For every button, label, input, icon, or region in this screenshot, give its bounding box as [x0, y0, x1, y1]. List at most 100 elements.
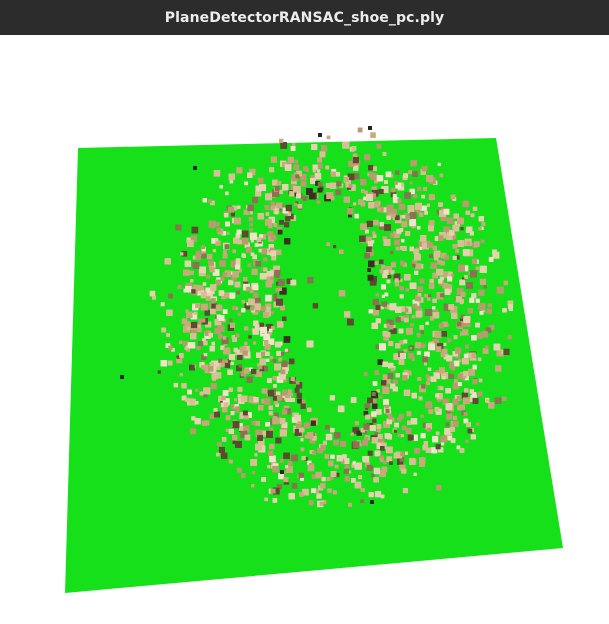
cloud-point: [272, 416, 278, 421]
cloud-point: [269, 355, 274, 360]
cloud-point: [280, 369, 286, 375]
cloud-point: [360, 499, 364, 503]
cloud-point: [453, 415, 458, 420]
cloud-point: [276, 395, 283, 401]
outlier-point: [120, 375, 124, 379]
title-bar[interactable]: PlaneDetectorRANSAC_shoe_pc.ply: [0, 0, 609, 35]
cloud-point: [263, 257, 268, 262]
cloud-point: [405, 215, 410, 221]
cloud-point: [315, 471, 322, 479]
cloud-point: [274, 401, 278, 405]
cloud-point: [237, 239, 242, 245]
cloud-point: [317, 157, 322, 163]
cloud-point: [276, 321, 284, 328]
cloud-point: [291, 454, 298, 462]
cloud-point: [365, 229, 369, 234]
cloud-point: [410, 323, 414, 327]
cloud-point: [236, 467, 242, 473]
cloud-point: [204, 310, 210, 316]
cloud-point: [379, 343, 386, 351]
cloud-point: [441, 442, 445, 446]
cloud-point: [193, 311, 198, 315]
cloud-point: [283, 452, 290, 459]
cloud-point: [208, 220, 216, 228]
cloud-point: [403, 349, 408, 353]
cloud-point: [257, 177, 264, 184]
cloud-point: [460, 292, 466, 297]
cloud-point: [380, 458, 384, 462]
cloud-point: [457, 382, 462, 387]
cloud-point: [218, 358, 223, 363]
cloud-point: [481, 222, 486, 226]
cloud-point: [246, 376, 253, 383]
cloud-point: [294, 159, 299, 164]
cloud-point: [399, 294, 404, 299]
cloud-point: [417, 226, 421, 230]
cloud-point: [400, 353, 406, 359]
cloud-point: [236, 167, 243, 174]
cloud-point: [477, 357, 482, 362]
cloud-point: [266, 306, 271, 311]
cloud-point: [209, 267, 215, 273]
cloud-point: [199, 391, 204, 396]
cloud-point: [417, 286, 423, 292]
cloud-point: [384, 180, 388, 184]
cloud-point: [266, 430, 273, 438]
cloud-point: [378, 434, 383, 439]
cloud-point: [368, 260, 375, 268]
cloud-point: [465, 439, 469, 443]
cloud-point: [371, 473, 375, 478]
cloud-point: [319, 151, 326, 158]
cloud-point: [196, 346, 201, 351]
3d-viewport[interactable]: [0, 35, 609, 624]
cloud-point: [455, 347, 462, 354]
cloud-point: [368, 492, 374, 498]
cloud-point: [401, 239, 405, 243]
cloud-point: [352, 157, 359, 164]
cloud-point: [267, 378, 272, 383]
cloud-point: [274, 363, 281, 371]
cloud-point: [224, 213, 229, 218]
cloud-point: [209, 362, 214, 367]
cloud-point: [263, 312, 269, 318]
cloud-point: [312, 303, 319, 309]
cloud-point: [240, 473, 246, 478]
cloud-point: [414, 448, 420, 454]
cloud-point: [425, 309, 432, 316]
cloud-point: [374, 450, 381, 457]
cloud-point: [478, 303, 486, 311]
point-cloud-canvas[interactable]: [0, 35, 609, 624]
cloud-point: [293, 186, 299, 192]
cloud-point: [225, 428, 229, 432]
cloud-point: [204, 420, 210, 426]
cloud-point: [376, 428, 381, 433]
cloud-point: [284, 164, 292, 171]
cloud-point: [222, 309, 228, 314]
cloud-point: [453, 213, 459, 219]
cloud-point: [225, 415, 231, 421]
cloud-point: [314, 173, 322, 180]
cloud-point: [404, 317, 409, 323]
cloud-point: [449, 362, 455, 368]
cloud-point: [310, 420, 316, 426]
cloud-point: [395, 373, 400, 378]
cloud-point: [390, 383, 396, 389]
cloud-point: [463, 412, 468, 416]
cloud-point: [428, 220, 435, 226]
cloud-point: [445, 388, 451, 394]
cloud-point: [208, 333, 213, 338]
cloud-point: [479, 265, 487, 273]
cloud-point: [401, 468, 407, 474]
cloud-point: [421, 194, 425, 199]
cloud-point: [419, 325, 424, 330]
cloud-point: [479, 311, 484, 315]
cloud-point: [265, 294, 272, 302]
cloud-point: [440, 435, 448, 443]
cloud-point: [284, 222, 290, 228]
cloud-point: [239, 423, 243, 427]
cloud-point: [459, 279, 466, 286]
cloud-point: [300, 438, 304, 442]
cloud-point: [282, 184, 289, 191]
cloud-point: [415, 202, 422, 210]
cloud-point: [377, 359, 383, 365]
